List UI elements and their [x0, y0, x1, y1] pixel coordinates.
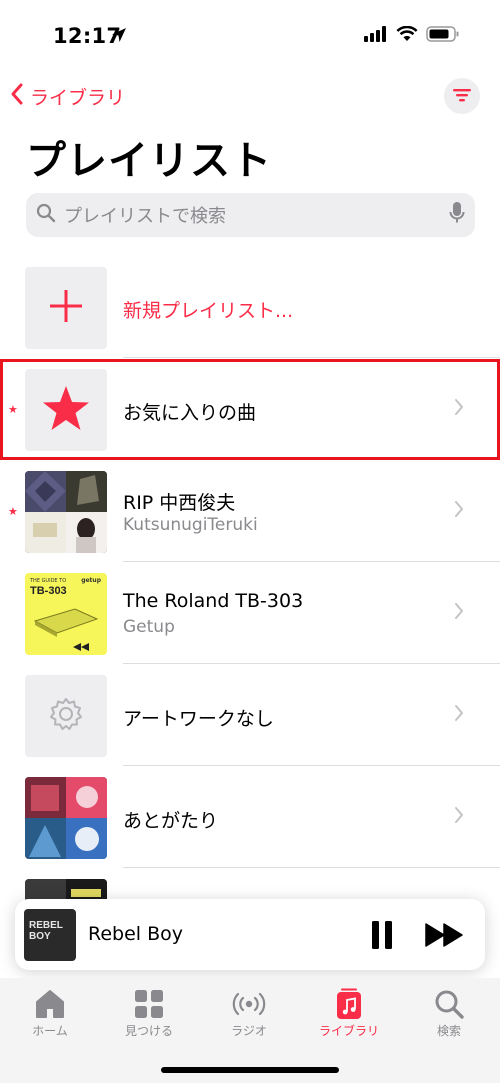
tab-label: ライブラリ — [318, 1024, 379, 1038]
sort-button[interactable] — [444, 78, 480, 114]
search-icon — [404, 986, 494, 1022]
tab-home[interactable]: ホーム — [5, 986, 95, 1039]
microphone-icon[interactable] — [449, 201, 465, 229]
playlist-title: お気に入りの曲 — [123, 402, 257, 424]
anime-collage-artwork — [25, 777, 107, 859]
chevron-right-icon — [454, 806, 464, 828]
tab-label: ラジオ — [231, 1024, 267, 1038]
playlist-title: RIP 中西俊夫 — [123, 492, 236, 514]
star-icon — [42, 385, 90, 435]
playlist-title: The Roland TB-303 — [123, 590, 304, 612]
location-arrow-icon — [110, 26, 128, 48]
tab-browse[interactable]: 見つける — [104, 986, 194, 1039]
back-button-label: ライブラリ — [30, 87, 126, 109]
tb303-artwork: THE GUIDE TO getup TB-303 — [25, 573, 107, 655]
now-playing-title: Rebel Boy — [88, 923, 184, 945]
new-playlist-label: 新規プレイリスト... — [123, 300, 294, 322]
search-field[interactable]: プレイリストで検索 — [26, 193, 475, 237]
new-playlist-row[interactable]: 新規プレイリスト... — [0, 256, 500, 358]
placeholder-artwork — [25, 675, 107, 757]
mini-player[interactable]: REBEL BOY Rebel Boy — [15, 899, 485, 970]
home-icon — [5, 986, 95, 1022]
artwork-text: REBEL BOY — [29, 920, 63, 942]
rip-collage-artwork — [25, 471, 107, 553]
chevron-right-icon — [454, 602, 464, 624]
chevron-left-icon — [10, 82, 24, 111]
page-title: プレイリスト — [26, 138, 272, 184]
playlist-title: アートワークなし — [123, 708, 274, 730]
tab-label: 検索 — [436, 1024, 461, 1038]
new-playlist-artwork — [25, 267, 107, 349]
navigation-bar: ライブラリ — [0, 78, 500, 118]
status-indicators — [364, 25, 460, 46]
grid-icon — [104, 986, 194, 1022]
search-icon — [36, 203, 56, 227]
playlist-subtitle: Getup — [123, 617, 175, 637]
sort-lines-icon — [453, 87, 471, 106]
favorite-star-icon: ★ — [8, 505, 18, 518]
chevron-right-icon — [454, 500, 464, 522]
chevron-right-icon — [454, 704, 464, 726]
status-bar: 12:17 — [0, 0, 500, 72]
plus-icon — [48, 288, 84, 328]
favorites-artwork — [25, 369, 107, 451]
tab-label: ホーム — [32, 1024, 68, 1038]
cellular-signal-icon — [364, 26, 388, 46]
back-button[interactable]: ライブラリ — [10, 82, 125, 111]
home-indicator — [161, 1067, 339, 1073]
pause-button[interactable] — [370, 921, 394, 953]
fast-forward-button[interactable] — [425, 923, 465, 951]
gear-icon — [48, 696, 84, 736]
playlist-row-no-artwork[interactable]: アートワークなし — [0, 664, 500, 766]
playlist-row-tb303[interactable]: THE GUIDE TO getup TB-303 The Roland TB-… — [0, 562, 500, 664]
music-library-icon — [304, 986, 394, 1022]
now-playing-artwork: REBEL BOY — [24, 909, 76, 961]
favorite-star-icon: ★ — [8, 403, 18, 416]
battery-icon — [426, 26, 460, 46]
tab-library[interactable]: ライブラリ — [304, 986, 394, 1039]
tab-radio[interactable]: ラジオ — [204, 986, 294, 1039]
playlist-row-atogatari[interactable]: あとがたり — [0, 766, 500, 868]
search-placeholder: プレイリストで検索 — [64, 206, 226, 227]
chevron-right-icon — [454, 398, 464, 420]
playlist-subtitle: KutsunugiTeruki — [123, 515, 258, 535]
playlist-row-rip[interactable]: ★ RIP 中西俊夫 KutsunugiTeruki — [0, 460, 500, 562]
radio-icon — [204, 986, 294, 1022]
tab-search[interactable]: 検索 — [404, 986, 494, 1039]
playlist-row-favorites[interactable]: ★ お気に入りの曲 — [0, 358, 500, 460]
playlist-title: あとがたり — [123, 810, 219, 832]
wifi-icon — [396, 25, 418, 46]
tab-label: 見つける — [124, 1024, 173, 1038]
